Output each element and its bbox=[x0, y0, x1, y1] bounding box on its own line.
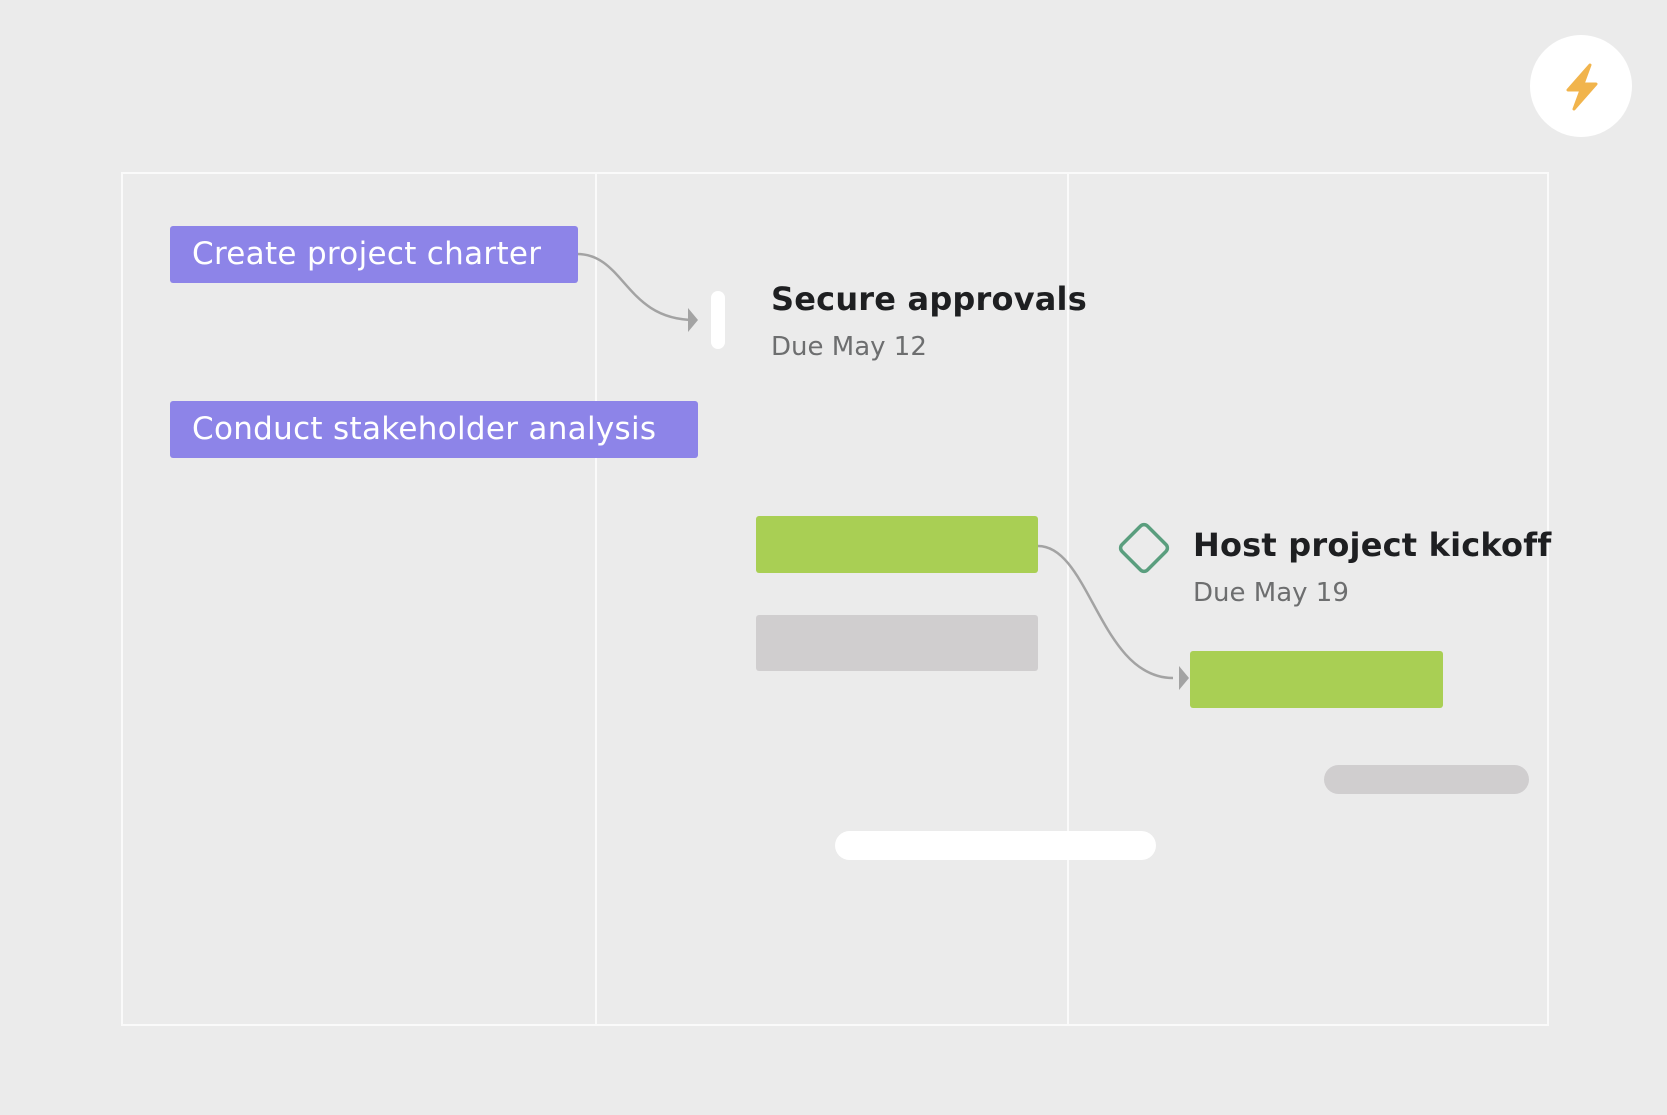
task-bar-placeholder[interactable] bbox=[756, 615, 1038, 671]
quick-action-button[interactable] bbox=[1530, 35, 1632, 137]
task-bar-create-project-charter[interactable]: Create project charter bbox=[170, 226, 578, 283]
arrow-head-icon bbox=[1179, 666, 1189, 690]
dependency-line bbox=[1037, 544, 1174, 680]
task-bar-conduct-stakeholder-analysis[interactable]: Conduct stakeholder analysis bbox=[170, 401, 698, 458]
dependency-line bbox=[576, 252, 696, 322]
arrow-head-icon bbox=[688, 308, 698, 332]
milestone-due-date: Due May 19 bbox=[1193, 578, 1349, 608]
milestone-title: Host project kickoff bbox=[1193, 526, 1552, 564]
milestone-marker[interactable] bbox=[711, 291, 725, 349]
horizontal-scrollbar[interactable] bbox=[835, 831, 1156, 860]
placeholder-pill bbox=[1324, 765, 1529, 794]
task-bar-green[interactable] bbox=[1190, 651, 1443, 708]
milestone-due-date: Due May 12 bbox=[771, 332, 927, 362]
lightning-bolt-icon bbox=[1566, 63, 1598, 111]
task-bar-green[interactable] bbox=[756, 516, 1038, 573]
milestone-title: Secure approvals bbox=[771, 280, 1087, 318]
